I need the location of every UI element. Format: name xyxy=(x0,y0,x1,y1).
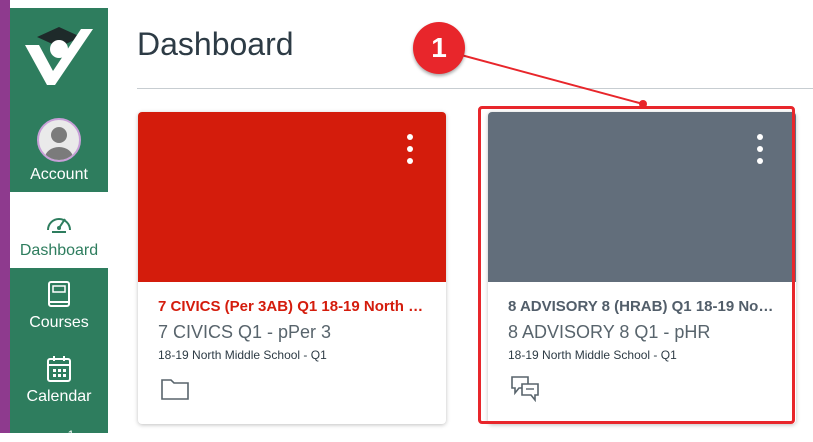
course-link[interactable]: 7 CIVICS (Per 3AB) Q1 18-19 North Middle… xyxy=(158,298,428,315)
card-hero[interactable] xyxy=(138,112,446,282)
course-term: 18-19 North Middle School - Q1 xyxy=(158,348,327,362)
window-left-border xyxy=(0,0,10,433)
folder-icon[interactable] xyxy=(160,374,190,402)
sidebar-item-label: Dashboard xyxy=(19,242,99,259)
global-navigation: Account Dashboard Courses Calendar 1 xyxy=(10,8,108,442)
sidebar-item-dashboard[interactable]: Dashboard xyxy=(10,192,108,268)
sidebar-item-courses[interactable]: Courses xyxy=(10,270,108,346)
sidebar-item-label: Calendar xyxy=(26,388,92,405)
annotation-step-badge: 1 xyxy=(413,22,465,74)
inbox-count: 1 xyxy=(67,428,75,442)
window-top-strip xyxy=(0,0,813,8)
sidebar-item-inbox[interactable]: 1 xyxy=(10,422,108,442)
user-silhouette-icon xyxy=(45,127,73,160)
inbox-icon xyxy=(45,435,64,437)
sidebar-item-calendar[interactable]: Calendar xyxy=(10,346,108,422)
card-options-kebab-icon[interactable] xyxy=(406,134,414,166)
book-icon xyxy=(48,281,70,307)
sidebar-item-account[interactable]: Account xyxy=(10,116,108,192)
title-divider xyxy=(137,88,813,89)
speedometer-icon xyxy=(47,218,71,233)
checkmark-logo-icon xyxy=(25,27,93,85)
avatar xyxy=(37,118,81,162)
annotation-highlight-box xyxy=(478,106,795,424)
sidebar-item-label: Account xyxy=(30,166,88,183)
calendar-icon xyxy=(47,356,71,382)
sidebar-item-label: Courses xyxy=(29,314,89,331)
page-title: Dashboard xyxy=(137,26,294,62)
school-logo[interactable] xyxy=(10,8,108,106)
course-card[interactable]: 7 CIVICS (Per 3AB) Q1 18-19 North Middle… xyxy=(138,112,446,424)
course-code: 7 CIVICS Q1 - pPer 3 xyxy=(158,322,332,342)
